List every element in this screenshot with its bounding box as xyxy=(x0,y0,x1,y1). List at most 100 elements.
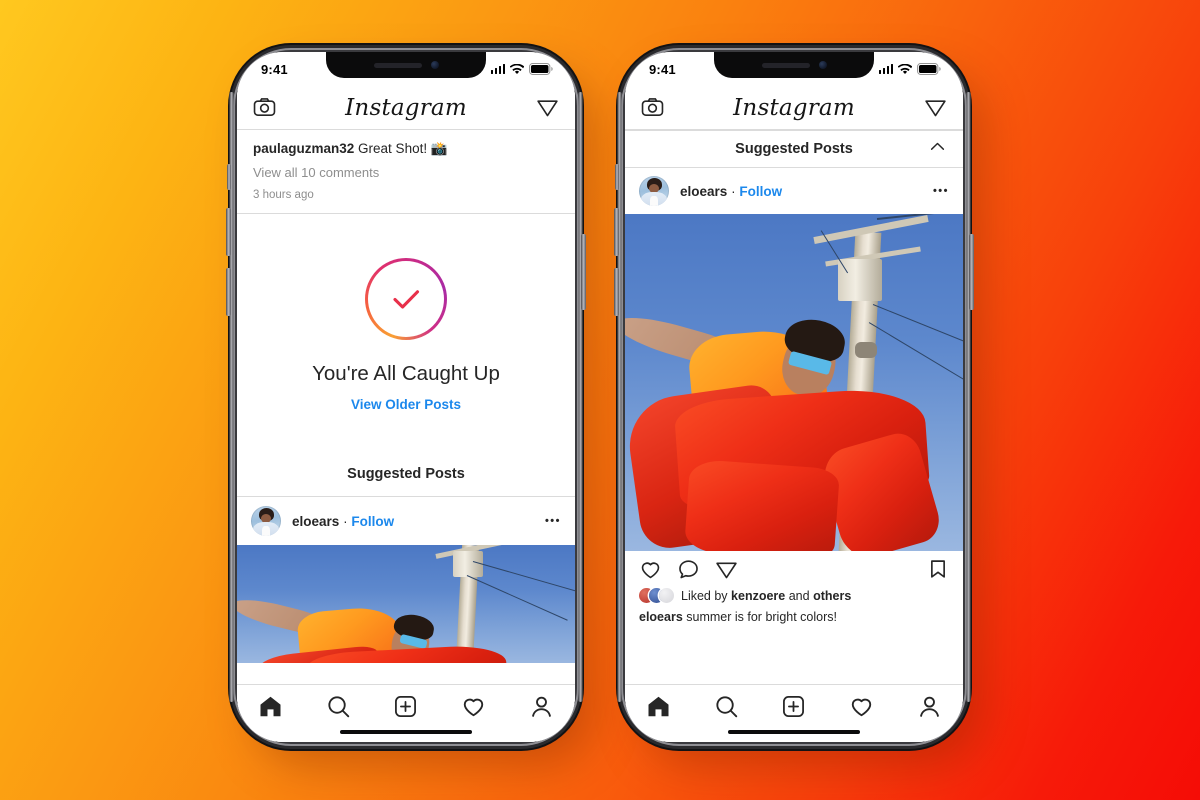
view-all-comments-link[interactable]: View all 10 comments xyxy=(253,165,559,180)
previous-post-comment: Great Shot! xyxy=(358,141,428,156)
silent-switch[interactable] xyxy=(227,164,231,190)
post-caption-row: eloears summer is for bright colors! xyxy=(625,603,963,624)
post-username[interactable]: eloears xyxy=(680,184,727,199)
search-icon[interactable] xyxy=(714,694,739,719)
instagram-logo: Instagram xyxy=(345,94,467,121)
front-camera xyxy=(818,61,827,69)
profile-icon[interactable] xyxy=(529,694,554,719)
power-wire xyxy=(472,561,575,593)
volume-down-button[interactable] xyxy=(226,268,231,316)
signal-bars-icon xyxy=(878,64,893,74)
home-icon[interactable] xyxy=(258,694,283,719)
caption-text: summer is for bright colors! xyxy=(686,610,837,624)
post-username[interactable]: eloears xyxy=(292,514,339,529)
camera-icon[interactable] xyxy=(641,96,664,119)
silent-switch[interactable] xyxy=(615,164,619,190)
earpiece-speaker xyxy=(761,62,810,68)
wifi-icon xyxy=(510,63,524,74)
separator-dot: · xyxy=(343,513,348,529)
volume-up-button[interactable] xyxy=(614,208,619,256)
search-icon[interactable] xyxy=(326,694,351,719)
phone-left: 9:41 Instagram paulaguzman32 Great Shot!… xyxy=(226,52,586,742)
battery-icon xyxy=(529,63,553,75)
power-button[interactable] xyxy=(581,234,586,310)
suggested-posts-bar[interactable]: Suggested Posts xyxy=(625,130,963,168)
screen-right: 9:41 Instagram Suggested Posts eloears ·… xyxy=(625,52,963,742)
avatar[interactable] xyxy=(251,506,281,536)
status-time: 9:41 xyxy=(261,61,288,77)
volume-up-button[interactable] xyxy=(226,208,231,256)
liked-by-others[interactable]: others xyxy=(813,589,851,603)
liked-by-username[interactable]: kenzoere xyxy=(731,589,785,603)
check-circle-icon: .check-circle::after{width:76px;height:7… xyxy=(365,258,447,340)
wifi-icon xyxy=(898,63,912,74)
liked-by-middle: and xyxy=(788,588,810,603)
volume-down-button[interactable] xyxy=(614,268,619,316)
previous-post-meta: paulaguzman32 Great Shot! 📸 View all 10 … xyxy=(237,130,575,213)
post-header-right: eloears · Follow ••• xyxy=(625,168,963,214)
camera-emoji: 📸 xyxy=(430,141,448,156)
suggested-posts-title: Suggested Posts xyxy=(347,466,465,482)
previous-post-username[interactable]: paulaguzman32 xyxy=(253,141,354,156)
paper-plane-icon[interactable] xyxy=(536,96,559,119)
view-older-posts-link[interactable]: View Older Posts xyxy=(237,397,575,412)
person-pant-leg xyxy=(683,458,841,551)
status-indicators xyxy=(878,63,942,75)
paper-plane-icon[interactable] xyxy=(924,96,947,119)
post-more-options-button[interactable]: ••• xyxy=(545,515,561,527)
frame-highlight-right xyxy=(966,92,971,702)
status-indicators xyxy=(490,63,554,75)
pole-transformer xyxy=(453,551,483,577)
power-button[interactable] xyxy=(969,234,974,310)
liked-by-row: Liked by kenzoere and others xyxy=(625,587,963,603)
follow-button[interactable]: Follow xyxy=(351,514,394,529)
post-action-bar xyxy=(625,551,963,587)
previous-post-comment-row: paulaguzman32 Great Shot! 📸 xyxy=(253,140,559,158)
status-time: 9:41 xyxy=(649,61,676,77)
screen-left: 9:41 Instagram paulaguzman32 Great Shot!… xyxy=(237,52,575,742)
post-header-left: eloears · Follow ••• xyxy=(237,497,575,545)
bookmark-icon[interactable] xyxy=(927,558,949,580)
suggested-posts-header-left: Suggested Posts xyxy=(237,438,575,496)
caught-up-title: You're All Caught Up xyxy=(312,362,500,385)
frame-highlight-right xyxy=(578,92,583,702)
caught-up-block: .check-circle::after{width:76px;height:7… xyxy=(237,214,575,438)
home-icon[interactable] xyxy=(646,694,671,719)
add-post-icon[interactable] xyxy=(393,694,418,719)
power-wire xyxy=(466,575,568,621)
earpiece-speaker xyxy=(373,62,422,68)
camera-icon[interactable] xyxy=(253,96,276,119)
follow-button[interactable]: Follow xyxy=(739,184,782,199)
separator-dot: · xyxy=(731,183,736,199)
caption-username[interactable]: eloears xyxy=(639,610,683,624)
activity-heart-icon[interactable] xyxy=(849,694,874,719)
app-header-right: Instagram xyxy=(625,86,963,130)
notch xyxy=(326,52,486,78)
heart-icon[interactable] xyxy=(639,558,662,581)
post-photo[interactable] xyxy=(625,214,963,551)
pole-transformer xyxy=(838,259,882,301)
instagram-logo: Instagram xyxy=(733,94,855,121)
notch xyxy=(714,52,874,78)
paper-plane-icon[interactable] xyxy=(715,558,738,581)
post-more-options-button[interactable]: ••• xyxy=(933,185,949,197)
activity-heart-icon[interactable] xyxy=(461,694,486,719)
profile-icon[interactable] xyxy=(917,694,942,719)
post-photo[interactable] xyxy=(237,545,575,663)
comment-bubble-icon[interactable] xyxy=(677,558,700,581)
liker-avatar xyxy=(659,588,674,603)
home-indicator[interactable] xyxy=(728,729,860,734)
front-camera xyxy=(430,61,439,69)
battery-icon xyxy=(917,63,941,75)
suggested-posts-title: Suggested Posts xyxy=(735,141,853,157)
phone-right: 9:41 Instagram Suggested Posts eloears ·… xyxy=(614,52,974,742)
app-header-left: Instagram xyxy=(237,86,575,130)
avatar[interactable] xyxy=(639,176,669,206)
power-wire xyxy=(872,304,963,358)
add-post-icon[interactable] xyxy=(781,694,806,719)
liker-avatars xyxy=(639,588,674,603)
liked-by-prefix: Liked by xyxy=(681,588,728,603)
home-indicator[interactable] xyxy=(340,729,472,734)
chevron-up-icon[interactable] xyxy=(928,137,947,161)
post-timestamp: 3 hours ago xyxy=(253,189,314,201)
